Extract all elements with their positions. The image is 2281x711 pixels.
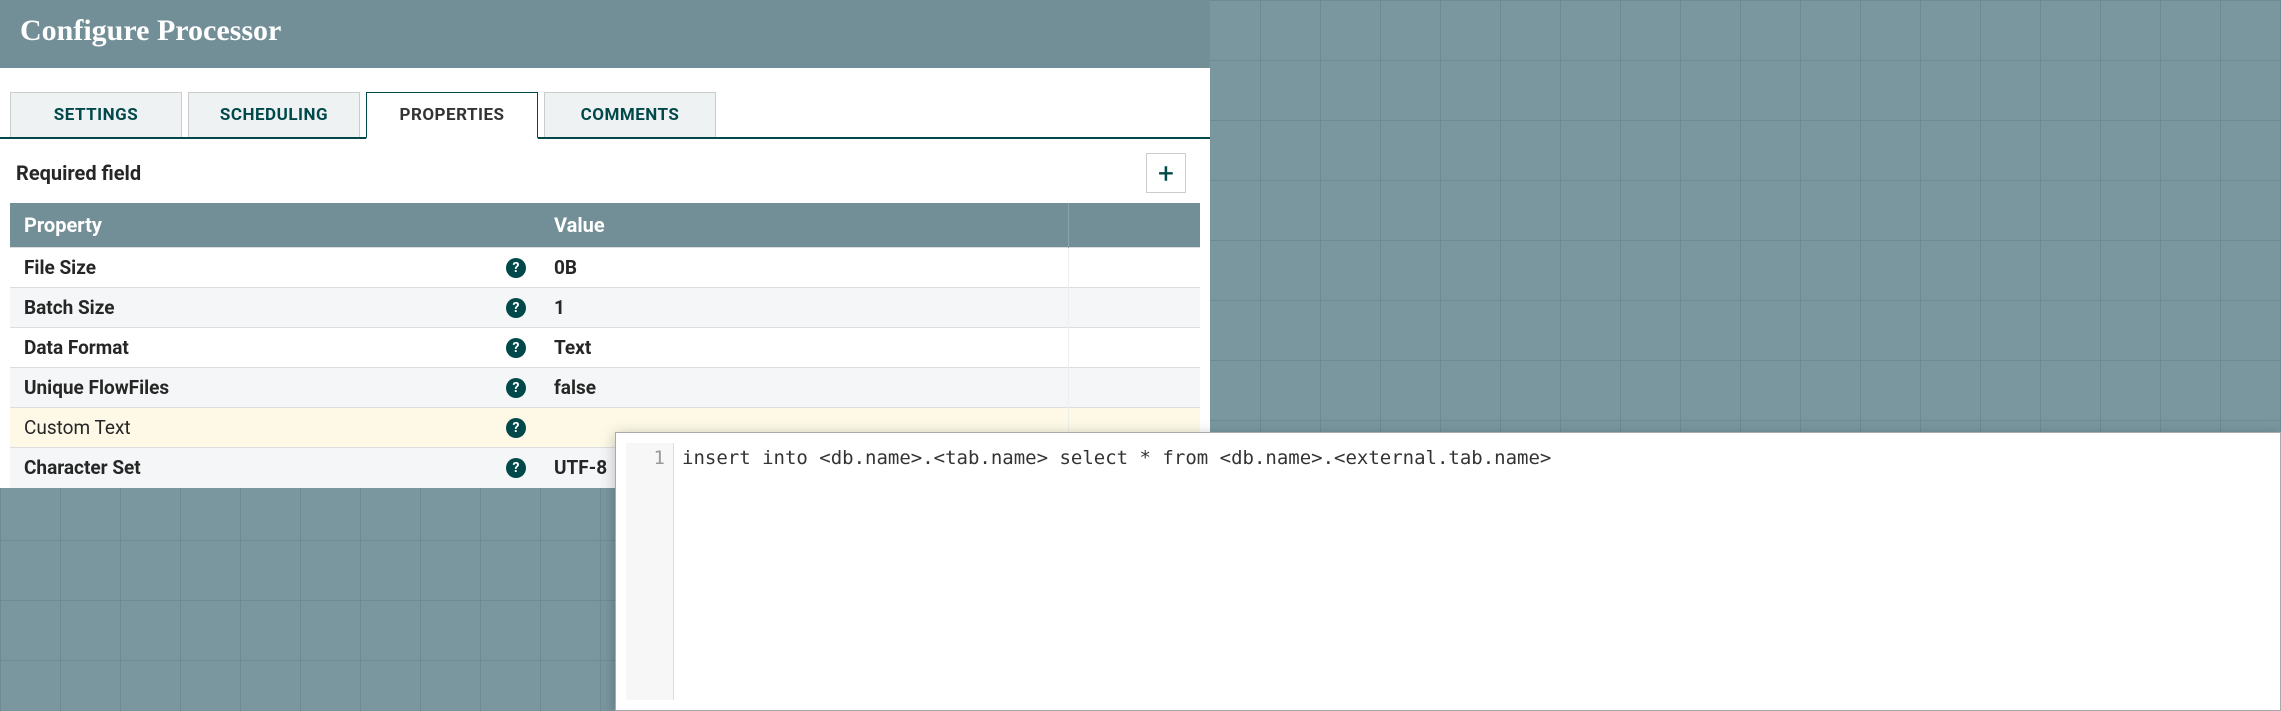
property-name: Unique FlowFiles	[24, 376, 169, 399]
help-icon[interactable]: ?	[506, 418, 526, 438]
property-name: Batch Size	[24, 296, 115, 319]
help-icon[interactable]: ?	[506, 458, 526, 478]
help-icon[interactable]: ?	[506, 338, 526, 358]
plus-icon: +	[1158, 157, 1174, 190]
table-row[interactable]: Unique FlowFiles? false	[10, 368, 1200, 408]
column-header-actions	[1068, 203, 1200, 248]
help-icon[interactable]: ?	[506, 258, 526, 278]
editor-content[interactable]: insert into <db.name>.<tab.name> select …	[674, 443, 2270, 700]
tab-comments[interactable]: COMMENTS	[544, 92, 716, 137]
help-icon[interactable]: ?	[506, 298, 526, 318]
property-actions	[1068, 328, 1200, 368]
property-name: Character Set	[24, 456, 141, 479]
dialog-title: Configure Processor	[0, 0, 1210, 68]
line-number: 1	[630, 447, 665, 469]
editor-gutter: 1	[626, 443, 674, 700]
dialog-body: SETTINGS SCHEDULING PROPERTIES COMMENTS …	[0, 68, 1210, 488]
property-name: Data Format	[24, 336, 129, 359]
table-row[interactable]: Batch Size? 1	[10, 288, 1200, 328]
table-row[interactable]: Data Format? Text	[10, 328, 1200, 368]
property-actions	[1068, 248, 1200, 288]
code-editor-popup[interactable]: 1 insert into <db.name>.<tab.name> selec…	[615, 432, 2281, 711]
property-value[interactable]: Text	[540, 328, 1068, 368]
configure-processor-dialog: Configure Processor SETTINGS SCHEDULING …	[0, 0, 1210, 488]
property-actions	[1068, 368, 1200, 408]
properties-section-head: Required field +	[0, 139, 1210, 203]
help-icon[interactable]: ?	[506, 378, 526, 398]
column-header-property: Property	[10, 203, 540, 248]
property-name: File Size	[24, 256, 96, 279]
tab-bar: SETTINGS SCHEDULING PROPERTIES COMMENTS	[0, 68, 1210, 139]
property-value[interactable]: false	[540, 368, 1068, 408]
tab-scheduling[interactable]: SCHEDULING	[188, 92, 360, 137]
table-row[interactable]: File Size? 0B	[10, 248, 1200, 288]
property-name: Custom Text	[24, 416, 131, 439]
required-field-label: Required field	[16, 161, 141, 185]
tab-properties[interactable]: PROPERTIES	[366, 92, 538, 139]
column-header-value: Value	[540, 203, 1068, 248]
property-value[interactable]: 1	[540, 288, 1068, 328]
tab-settings[interactable]: SETTINGS	[10, 92, 182, 137]
property-value[interactable]: 0B	[540, 248, 1068, 288]
add-property-button[interactable]: +	[1146, 153, 1186, 193]
property-actions	[1068, 288, 1200, 328]
